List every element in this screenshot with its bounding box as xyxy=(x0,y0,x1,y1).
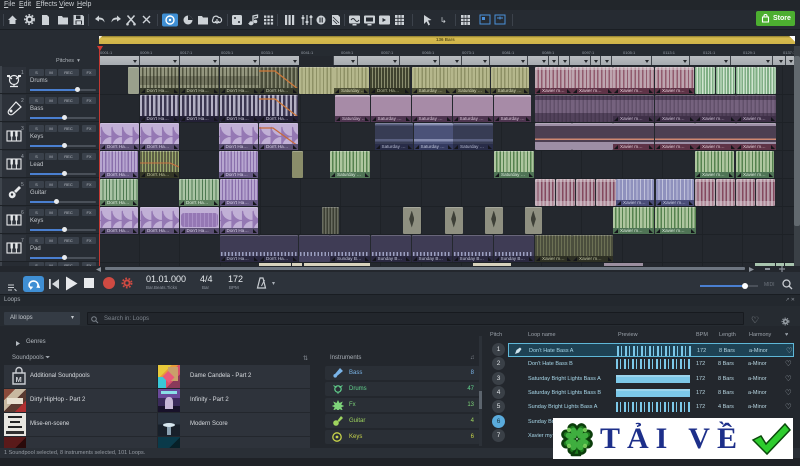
svg-text:↳: ↳ xyxy=(440,16,447,25)
svg-text:M: M xyxy=(16,375,22,384)
